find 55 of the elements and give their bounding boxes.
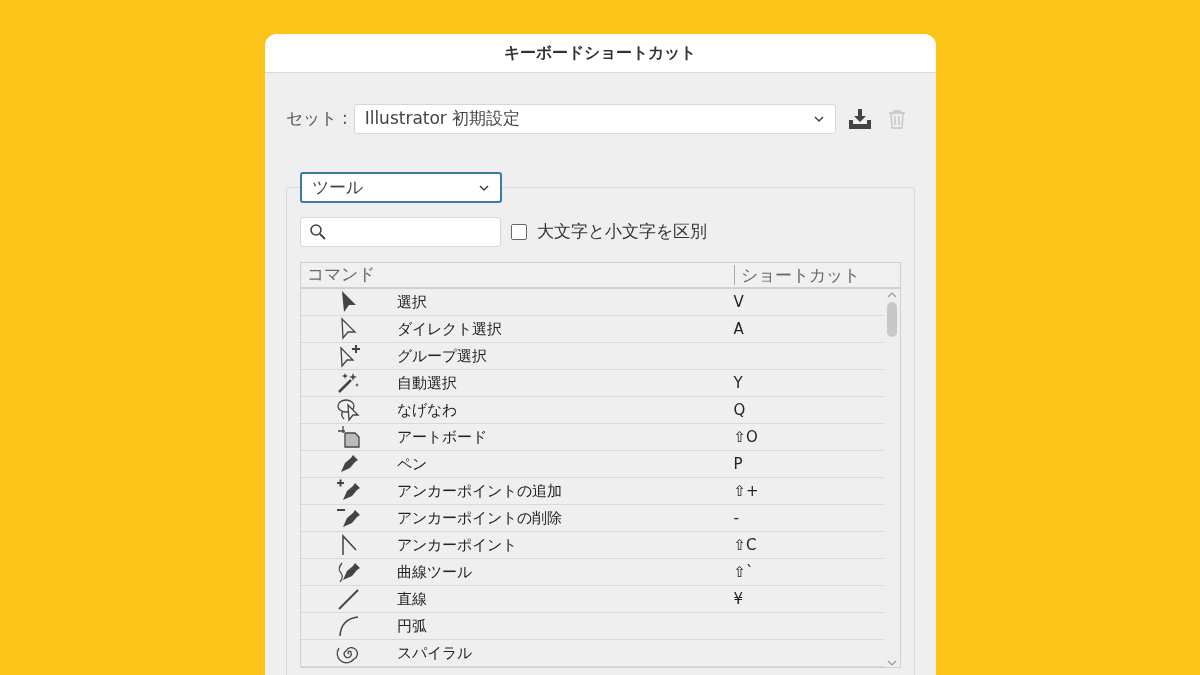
table-row[interactable]: アンカーポイント ⇧C: [300, 532, 884, 559]
shortcut-key: ⇧+: [733, 479, 759, 503]
command-name: 自動選択: [396, 372, 458, 394]
table-row[interactable]: 自動選択 Y: [300, 370, 884, 397]
scroll-up-icon[interactable]: [886, 291, 897, 298]
dialog-title: キーボードショートカット: [504, 42, 696, 64]
command-name: アンカーポイントの追加: [396, 480, 563, 502]
shortcut-key: ⇧`: [733, 560, 754, 584]
search-icon: [308, 223, 327, 241]
column-header[interactable]: コマンド: [300, 262, 734, 288]
command-name: 選択: [396, 291, 428, 313]
command-name: ダイレクト選択: [396, 318, 503, 340]
scrollbar-thumb[interactable]: [886, 302, 897, 337]
table-row[interactable]: グループ選択: [300, 343, 884, 370]
shortcut-key: Y: [733, 371, 743, 395]
command-name: なげなわ: [396, 399, 458, 421]
category-dropdown[interactable]: ツール: [299, 172, 502, 203]
table-row[interactable]: 直線 ¥: [300, 586, 884, 613]
table-row[interactable]: アンカーポイントの追加 ⇧+: [300, 478, 884, 505]
scroll-down-icon[interactable]: [886, 660, 897, 667]
chevron-down-icon: [477, 183, 490, 192]
case-checkbox[interactable]: [510, 224, 527, 240]
table-row[interactable]: 曲線ツール ⇧`: [300, 559, 884, 586]
column-header[interactable]: ショートカット: [733, 265, 860, 285]
lasso-icon: [335, 397, 362, 423]
set-label: セット :: [285, 107, 348, 131]
table-row[interactable]: 円弧: [300, 613, 884, 640]
command-name: スパイラル: [396, 642, 473, 664]
shortcut-key: ⇧C: [733, 533, 757, 557]
shortcut-key: V: [733, 290, 744, 314]
table-row[interactable]: アートボード ⇧O: [300, 424, 884, 451]
command-name: アンカーポイント: [396, 534, 518, 556]
command-name: グループ選択: [396, 345, 488, 367]
shortcut-key: Q: [733, 398, 746, 422]
set-dropdown[interactable]: Illustrator 初期設定: [353, 104, 836, 134]
chevron-down-icon: [812, 115, 825, 123]
shortcut-key: A: [733, 317, 744, 341]
command-name: ペン: [396, 453, 428, 475]
command-name: 曲線ツール: [396, 561, 473, 583]
download-icon[interactable]: [847, 108, 872, 130]
command-name: 円弧: [396, 615, 428, 637]
table-row[interactable]: ダイレクト選択 A: [300, 316, 884, 343]
shortcut-key: -: [733, 506, 739, 530]
shortcut-key: ¥: [733, 587, 744, 611]
shortcut-key: ⇧O: [733, 425, 758, 449]
shortcut-key: P: [733, 452, 743, 476]
table-row[interactable]: 選択 V: [300, 289, 884, 316]
trash-icon[interactable]: [887, 109, 906, 129]
checkbox-label: 大文字と小文字を区別: [536, 220, 707, 244]
command-name: アートボード: [396, 426, 488, 448]
search-field[interactable]: [299, 217, 501, 247]
command-name: アンカーポイントの削除: [396, 507, 563, 529]
artboard-icon: [335, 424, 362, 450]
table-row[interactable]: なげなわ Q: [300, 397, 884, 424]
command-name: 直線: [396, 588, 428, 610]
